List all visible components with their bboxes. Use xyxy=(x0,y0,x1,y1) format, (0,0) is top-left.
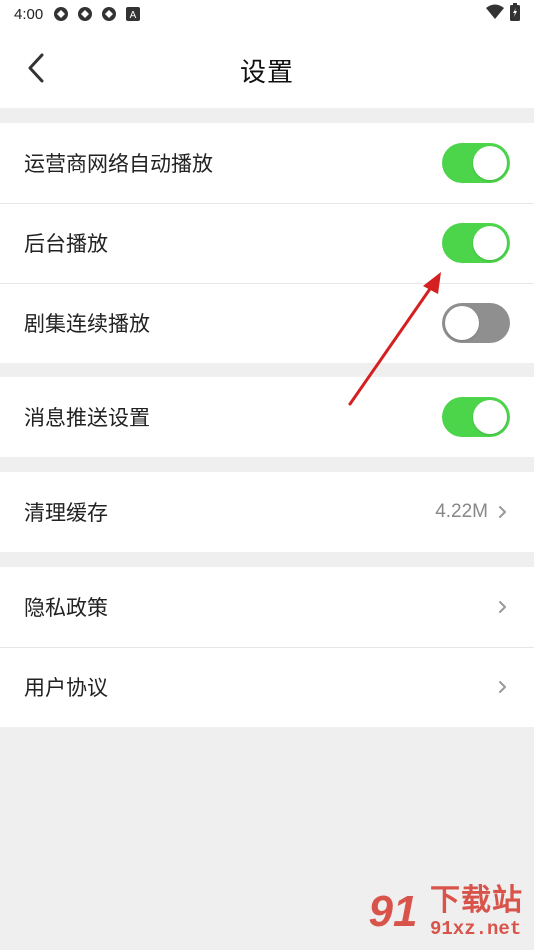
page-title: 设置 xyxy=(239,58,294,88)
a-badge-text: A xyxy=(130,10,137,21)
settings-group-playback: 运营商网络自动播放 后台播放 剧集连续播放 xyxy=(0,123,534,363)
title-bar: 设置 xyxy=(0,28,534,108)
toggle-knob xyxy=(473,226,507,260)
watermark-text: 下载站 91xz.net xyxy=(430,882,523,940)
toggle-knob xyxy=(445,306,479,340)
cache-size-value: 4.22M xyxy=(435,501,488,522)
watermark-cn: 下载站 xyxy=(430,882,523,918)
app-notification-icon xyxy=(77,6,93,22)
continuous-play-toggle[interactable] xyxy=(442,303,510,343)
background-play-toggle[interactable] xyxy=(442,223,510,263)
setting-row-privacy-policy[interactable]: 隐私政策 xyxy=(0,567,534,647)
chevron-right-icon xyxy=(499,601,506,613)
setting-label: 消息推送设置 xyxy=(24,406,150,430)
watermark: 91 下载站 91xz.net xyxy=(360,880,530,944)
toggle-knob xyxy=(473,400,507,434)
setting-label: 隐私政策 xyxy=(24,596,108,620)
setting-row-continuous-play: 剧集连续播放 xyxy=(0,283,534,363)
status-time: 4:00 xyxy=(14,5,44,23)
settings-group-legal: 隐私政策 用户协议 xyxy=(0,567,534,727)
app-notification-icon xyxy=(101,6,117,22)
setting-row-carrier-autoplay: 运营商网络自动播放 xyxy=(0,123,534,203)
carrier-autoplay-toggle[interactable] xyxy=(442,143,510,183)
toggle-knob xyxy=(473,146,507,180)
setting-label: 后台播放 xyxy=(24,232,108,256)
settings-group-notifications: 消息推送设置 xyxy=(0,377,534,457)
status-bar: 4:00 A xyxy=(0,0,534,28)
setting-row-background-play: 后台播放 xyxy=(0,203,534,283)
a-notification-icon: A xyxy=(125,6,141,22)
setting-row-user-agreement[interactable]: 用户协议 xyxy=(0,647,534,727)
settings-group-cache: 清理缓存 4.22M xyxy=(0,472,534,552)
watermark-en: 91xz.net xyxy=(430,917,522,940)
chevron-right-icon xyxy=(499,506,506,518)
app-notification-icon xyxy=(53,6,69,22)
setting-label: 清理缓存 xyxy=(24,501,108,525)
setting-label: 运营商网络自动播放 xyxy=(24,152,213,176)
wifi-icon xyxy=(486,4,504,24)
battery-icon xyxy=(510,3,520,25)
setting-row-clear-cache[interactable]: 清理缓存 4.22M xyxy=(0,472,534,552)
push-notifications-toggle[interactable] xyxy=(442,397,510,437)
chevron-right-icon xyxy=(499,681,506,693)
setting-label: 用户协议 xyxy=(24,676,108,700)
setting-label: 剧集连续播放 xyxy=(24,312,150,336)
watermark-logo: 91 xyxy=(368,887,418,936)
status-right xyxy=(486,3,520,25)
setting-row-push-notifications: 消息推送设置 xyxy=(0,377,534,457)
